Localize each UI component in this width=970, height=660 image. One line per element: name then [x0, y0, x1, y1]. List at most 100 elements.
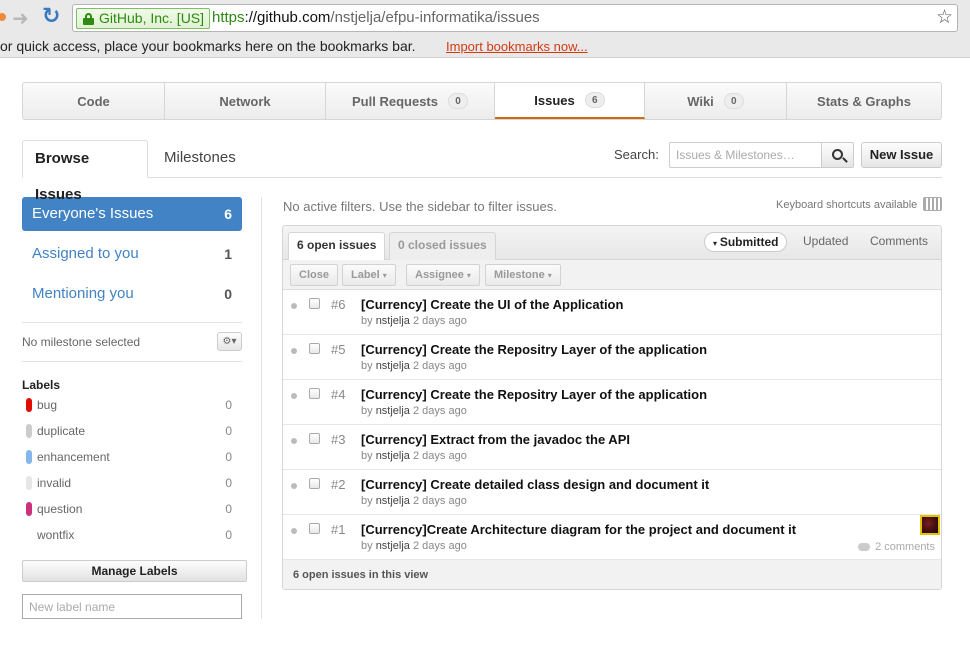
address-bar[interactable]: GitHub, Inc. [US] https://github.com/nst… — [72, 4, 958, 32]
gear-icon: ⚙▾ — [222, 336, 237, 347]
label-color-swatch — [26, 528, 32, 542]
label-enhancement[interactable]: enhancement 0 — [22, 449, 242, 467]
issue-title[interactable]: [Currency] Create detailed class design … — [361, 477, 709, 492]
milestone-settings-button[interactable]: ⚙▾ — [217, 332, 242, 351]
reload-icon[interactable]: ↻ — [42, 4, 60, 29]
issue-title[interactable]: [Currency]Create Architecture diagram fo… — [361, 522, 796, 537]
issue-number: #4 — [331, 387, 346, 402]
issue-status-dot — [291, 393, 297, 399]
issue-number: #1 — [331, 522, 346, 537]
new-issue-button[interactable]: New Issue — [861, 142, 942, 168]
label-color-swatch — [26, 424, 32, 438]
filter-assigned-to-you[interactable]: Assigned to you 1 — [22, 237, 242, 271]
issue-row[interactable]: #6 [Currency] Create the UI of the Appli… — [283, 290, 941, 335]
assignee-dropdown[interactable]: Assignee ▾ — [406, 264, 480, 286]
pull-requests-count: 0 — [447, 93, 468, 109]
back-button[interactable] — [0, 13, 6, 21]
tab-pull-requests[interactable]: Pull Requests 0 — [326, 83, 495, 119]
milestone-selector[interactable]: No milestone selected — [22, 335, 140, 349]
issue-author[interactable]: nstjelja — [376, 450, 410, 462]
issue-author[interactable]: nstjelja — [376, 495, 410, 507]
label-bug[interactable]: bug 0 — [22, 397, 242, 415]
label-color-swatch — [26, 398, 32, 412]
issue-title[interactable]: [Currency] Extract from the javadoc the … — [361, 432, 630, 447]
issue-author[interactable]: nstjelja — [376, 360, 410, 372]
issue-status-dot — [291, 348, 297, 354]
issue-author[interactable]: nstjelja — [376, 540, 410, 552]
keyboard-icon[interactable] — [923, 197, 942, 211]
issue-checkbox[interactable] — [309, 298, 320, 309]
issue-title[interactable]: [Currency] Create the Repositry Layer of… — [361, 342, 707, 357]
comment-bubble-icon — [858, 543, 871, 552]
tab-browse-issues[interactable]: Browse Issues — [22, 140, 148, 203]
ssl-identity-badge[interactable]: GitHub, Inc. [US] — [76, 8, 211, 29]
label-wontfix[interactable]: wontfix 0 — [22, 527, 242, 545]
issue-author[interactable]: nstjelja — [376, 405, 410, 417]
tab-milestones[interactable]: Milestones — [152, 140, 248, 178]
assignee-avatar[interactable] — [920, 515, 940, 535]
bookmark-star-icon[interactable]: ☆ — [936, 6, 953, 28]
close-button[interactable]: Close — [290, 264, 338, 286]
bookmarks-prompt: or quick access, place your bookmarks he… — [0, 38, 416, 54]
issue-author[interactable]: nstjelja — [376, 315, 410, 327]
filter-status-text: No active filters. Use the sidebar to fi… — [283, 199, 557, 214]
label-color-swatch — [26, 502, 32, 516]
tab-closed-issues[interactable]: 0 closed issues — [389, 232, 496, 260]
issue-meta: by nstjelja 2 days ago — [361, 450, 467, 462]
issues-count-summary: 6 open issues in this view — [293, 569, 429, 581]
issue-status-dot — [291, 438, 297, 444]
filter-mentioning-you[interactable]: Mentioning you 0 — [22, 277, 242, 311]
issue-row[interactable]: #2 [Currency] Create detailed class desi… — [283, 470, 941, 515]
issue-checkbox[interactable] — [309, 478, 320, 489]
new-label-input[interactable] — [22, 594, 242, 619]
label-dropdown[interactable]: Label ▾ — [342, 264, 396, 286]
tab-stats-graphs[interactable]: Stats & Graphs — [787, 83, 941, 119]
sidebar-vertical-divider — [261, 197, 262, 619]
issues-list-footer: 6 open issues in this view — [283, 560, 941, 589]
issue-checkbox[interactable] — [309, 433, 320, 444]
issue-row[interactable]: #5 [Currency] Create the Repositry Layer… — [283, 335, 941, 380]
labels-heading: Labels — [22, 378, 61, 392]
issue-status-dot — [291, 303, 297, 309]
wiki-count: 0 — [723, 93, 744, 109]
issue-row[interactable]: #1 [Currency]Create Architecture diagram… — [283, 515, 941, 560]
sort-submitted[interactable]: ▾ Submitted — [704, 232, 788, 252]
issue-number: #6 — [331, 297, 346, 312]
keyboard-shortcuts-link[interactable]: Keyboard shortcuts available — [776, 199, 917, 211]
milestone-dropdown[interactable]: Milestone ▾ — [485, 264, 561, 286]
issue-status-dot — [291, 528, 297, 534]
tab-issues[interactable]: Issues 6 — [495, 83, 645, 119]
issues-count: 6 — [584, 92, 605, 108]
tab-code[interactable]: Code — [23, 83, 165, 119]
issue-row[interactable]: #3 [Currency] Extract from the javadoc t… — [283, 425, 941, 470]
tab-network[interactable]: Network — [165, 83, 326, 119]
tab-open-issues[interactable]: 6 open issues — [288, 232, 386, 260]
sort-updated[interactable]: Updated — [803, 234, 848, 248]
label-duplicate[interactable]: duplicate 0 — [22, 423, 242, 441]
import-bookmarks-link[interactable]: Import bookmarks now... — [446, 39, 588, 54]
issue-title[interactable]: [Currency] Create the UI of the Applicat… — [361, 297, 623, 312]
issue-checkbox[interactable] — [309, 523, 320, 534]
issues-list: 6 open issues 0 closed issues ▾ Submitte… — [282, 225, 942, 590]
issue-checkbox[interactable] — [309, 388, 320, 399]
issue-meta: by nstjelja 2 days ago — [361, 405, 467, 417]
issue-checkbox[interactable] — [309, 343, 320, 354]
issue-meta: by nstjelja 2 days ago — [361, 360, 467, 372]
tab-wiki[interactable]: Wiki 0 — [645, 83, 787, 119]
identity-text: GitHub, Inc. [US] — [99, 10, 205, 26]
issue-title[interactable]: [Currency] Create the Repositry Layer of… — [361, 387, 707, 402]
label-question[interactable]: question 0 — [22, 501, 242, 519]
search-button[interactable] — [821, 142, 854, 168]
comments-count[interactable]: 2 comments — [858, 541, 935, 553]
lock-icon — [83, 13, 94, 25]
issue-meta: by nstjelja 2 days ago — [361, 315, 467, 327]
search-input[interactable] — [669, 142, 822, 168]
issue-status-dot — [291, 483, 297, 489]
url-text[interactable]: https://github.com/nstjelja/efpu-informa… — [212, 9, 540, 26]
issue-row[interactable]: #4 [Currency] Create the Repositry Layer… — [283, 380, 941, 425]
forward-arrow-icon[interactable]: ➜ — [12, 6, 29, 30]
issue-meta: by nstjelja 2 days ago — [361, 495, 467, 507]
sort-comments[interactable]: Comments — [870, 234, 928, 248]
manage-labels-button[interactable]: Manage Labels — [22, 560, 247, 582]
label-invalid[interactable]: invalid 0 — [22, 475, 242, 493]
